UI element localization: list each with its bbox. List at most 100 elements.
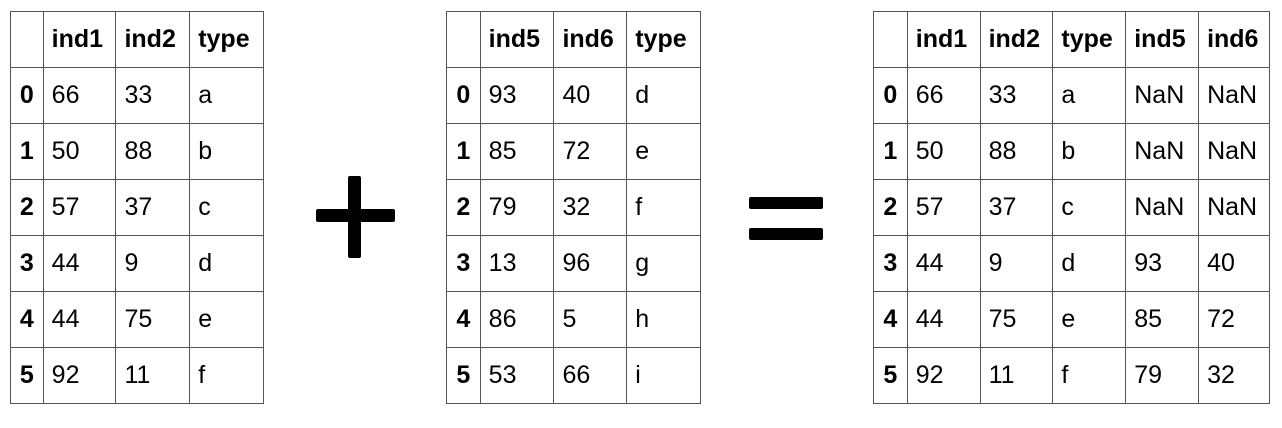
table-cell: f <box>626 179 701 236</box>
table-cell: 5 <box>553 291 628 348</box>
table-cell: b <box>1052 123 1127 180</box>
column-header: ind6 <box>553 11 628 68</box>
table-row: 2 57 37 c NaN NaN <box>873 179 1270 236</box>
table-row: 0 66 33 a <box>10 67 264 124</box>
table-cell: 9 <box>979 235 1054 292</box>
table-cell: 93 <box>479 67 555 124</box>
row-index: 0 <box>446 67 481 124</box>
table-cell: e <box>626 123 701 180</box>
table-cell: 40 <box>553 67 628 124</box>
table-row: 5 92 11 f <box>10 347 264 404</box>
row-index: 5 <box>446 347 481 404</box>
table-cell: 75 <box>979 291 1054 348</box>
table-cell: 44 <box>42 291 117 348</box>
table-cell: 50 <box>42 123 117 180</box>
table-cell: 50 <box>906 123 981 180</box>
table-cell: b <box>189 123 264 180</box>
table-cell: g <box>626 235 701 292</box>
row-index: 1 <box>446 123 481 180</box>
dataframe-merged: ind1 ind2 type ind5 ind6 0 66 33 a NaN N… <box>873 11 1270 404</box>
table-row: 5 92 11 f 79 32 <box>873 347 1270 404</box>
table-cell: 66 <box>906 67 981 124</box>
table-cell: 93 <box>1125 235 1200 292</box>
table-cell: 88 <box>979 123 1054 180</box>
table-cell: 40 <box>1198 235 1270 292</box>
table-cell: 32 <box>1198 347 1270 404</box>
table-cell: f <box>1052 347 1127 404</box>
row-index: 2 <box>446 179 481 236</box>
table-row: 3 44 9 d <box>10 235 264 292</box>
table-cell: d <box>189 235 264 292</box>
index-header <box>446 11 481 68</box>
column-header: ind5 <box>1125 11 1200 68</box>
table-cell: 79 <box>1125 347 1200 404</box>
table-cell: a <box>1052 67 1127 124</box>
table-cell: 92 <box>42 347 117 404</box>
table-cell: 66 <box>553 347 628 404</box>
column-header: type <box>189 11 264 68</box>
table-cell: 66 <box>42 67 117 124</box>
row-index: 4 <box>446 291 481 348</box>
row-index: 2 <box>873 179 908 236</box>
dataframe-middle: ind5 ind6 type 0 93 40 d 1 85 72 e 2 79 … <box>446 11 701 404</box>
table-cell: 86 <box>479 291 555 348</box>
table-cell: NaN <box>1198 123 1270 180</box>
table-row: 1 50 88 b NaN NaN <box>873 123 1270 180</box>
table-row: 2 79 32 f <box>446 179 701 236</box>
row-index: 4 <box>10 291 44 348</box>
table-cell: NaN <box>1198 67 1270 124</box>
row-index: 3 <box>10 235 44 292</box>
table-row: 3 13 96 g <box>446 235 701 292</box>
row-index: 5 <box>10 347 44 404</box>
table-cell: 72 <box>1198 291 1270 348</box>
table-cell: 44 <box>906 291 981 348</box>
table-cell: c <box>189 179 264 236</box>
table-cell: 13 <box>479 235 555 292</box>
row-index: 0 <box>10 67 44 124</box>
table-row: 4 44 75 e <box>10 291 264 348</box>
header-row: ind5 ind6 type <box>446 11 701 68</box>
row-index: 3 <box>873 235 908 292</box>
index-header <box>10 11 44 68</box>
table-cell: 44 <box>906 235 981 292</box>
dataframe-left: ind1 ind2 type 0 66 33 a 1 50 88 b 2 57 … <box>10 11 264 404</box>
table-cell: NaN <box>1198 179 1270 236</box>
table-cell: d <box>626 67 701 124</box>
column-header: ind2 <box>979 11 1054 68</box>
table-cell: 32 <box>553 179 628 236</box>
column-header: ind2 <box>115 11 191 68</box>
table-cell: NaN <box>1125 67 1200 124</box>
table-row: 1 50 88 b <box>10 123 264 180</box>
table-cell: i <box>626 347 701 404</box>
table-cell: 75 <box>115 291 191 348</box>
table-cell: a <box>189 67 264 124</box>
row-index: 4 <box>873 291 908 348</box>
table-cell: 85 <box>1125 291 1200 348</box>
row-index: 0 <box>873 67 908 124</box>
table-cell: 57 <box>906 179 981 236</box>
table-cell: d <box>1052 235 1127 292</box>
table-cell: h <box>626 291 701 348</box>
row-index: 3 <box>446 235 481 292</box>
table-cell: 37 <box>115 179 191 236</box>
table-row: 4 86 5 h <box>446 291 701 348</box>
row-index: 1 <box>10 123 44 180</box>
table-row: 0 93 40 d <box>446 67 701 124</box>
column-header: type <box>626 11 701 68</box>
plus-vertical-bar <box>348 176 361 258</box>
column-header: ind1 <box>906 11 981 68</box>
table-cell: 79 <box>479 179 555 236</box>
table-cell: 44 <box>42 235 117 292</box>
column-header: ind6 <box>1198 11 1270 68</box>
table-cell: f <box>189 347 264 404</box>
table-cell: c <box>1052 179 1127 236</box>
table-cell: 33 <box>979 67 1054 124</box>
column-header: ind5 <box>479 11 555 68</box>
table-row: 0 66 33 a NaN NaN <box>873 67 1270 124</box>
table-cell: NaN <box>1125 123 1200 180</box>
equals-bottom-bar <box>749 228 823 240</box>
table-cell: 96 <box>553 235 628 292</box>
table-cell: 33 <box>115 67 191 124</box>
table-cell: NaN <box>1125 179 1200 236</box>
row-index: 1 <box>873 123 908 180</box>
